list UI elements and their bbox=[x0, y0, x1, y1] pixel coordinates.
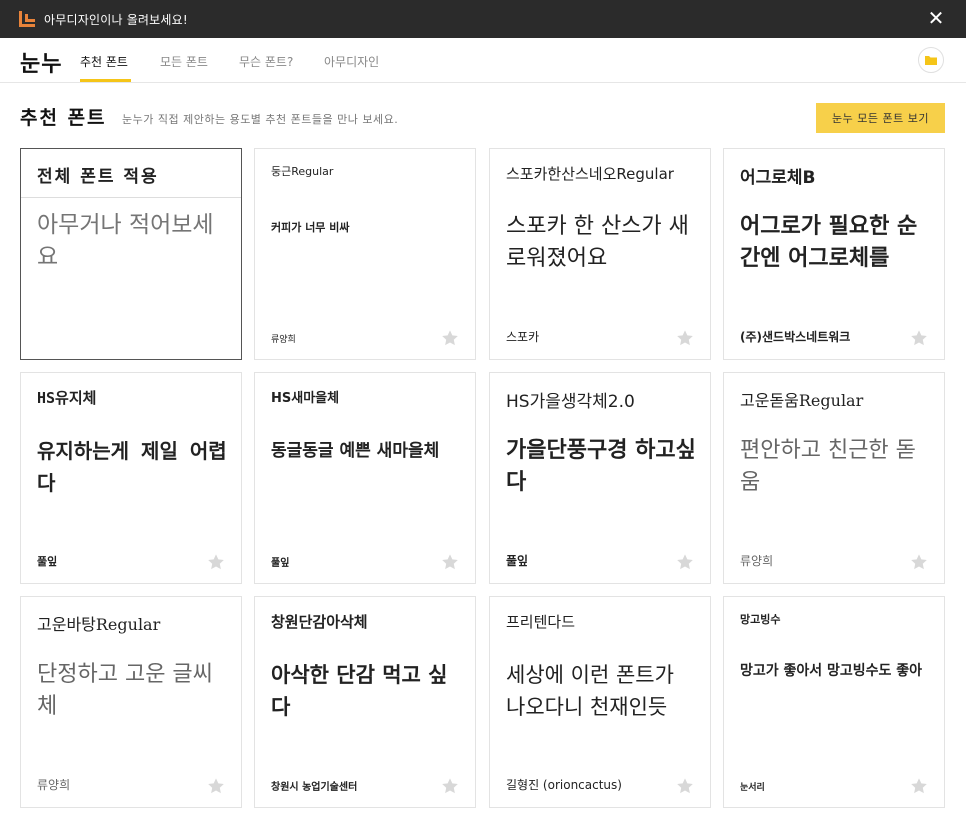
font-sample: 동글동글 예쁜 새마을체 bbox=[271, 441, 440, 461]
font-author: (주)샌드박스네트워크 bbox=[740, 330, 851, 344]
page-title: 추천 폰트 bbox=[20, 107, 107, 129]
star-icon[interactable] bbox=[676, 777, 694, 795]
star-icon[interactable] bbox=[207, 553, 225, 571]
active-tab-indicator bbox=[80, 79, 131, 82]
avatar[interactable] bbox=[918, 47, 944, 73]
font-sample: 세상에 이런 폰트가 나오다니 천재인듯 bbox=[506, 663, 674, 719]
font-author: 스포카 bbox=[506, 330, 540, 344]
main-nav: 눈누 추천 폰트 모든 폰트 무슨 폰트? 아무디자인 bbox=[0, 38, 966, 83]
font-author: 창원시 농업기술센터 bbox=[271, 782, 358, 793]
font-card[interactable]: 어그로체B 어그로가 필요한 순간엔 어그로체를 (주)샌드박스네트워크 bbox=[723, 148, 945, 360]
apply-all-card: 전체 폰트 적용 bbox=[20, 148, 242, 360]
font-sample: 가을단풍구경 하고싶다 bbox=[506, 438, 696, 495]
font-sample: 어그로가 필요한 순간엔 어그로체를 bbox=[740, 214, 918, 271]
font-card[interactable]: 둥근Regular 커피가 너무 비싸 류양희 bbox=[254, 148, 476, 360]
tab-all-fonts[interactable]: 모든 폰트 bbox=[160, 53, 208, 70]
nunu-logo-icon bbox=[19, 11, 35, 27]
star-icon[interactable] bbox=[676, 553, 694, 571]
apply-all-title: 전체 폰트 적용 bbox=[37, 167, 159, 187]
star-icon[interactable] bbox=[910, 777, 928, 795]
font-name: 창원단감아삭체 bbox=[271, 613, 368, 631]
font-sample: 스포카 한 산스가 새로워졌어요 bbox=[506, 214, 689, 271]
star-icon[interactable] bbox=[910, 553, 928, 571]
font-sample: 망고가 좋아서 망고빙수도 좋아 bbox=[740, 663, 923, 679]
font-card[interactable]: 프리텐다드 세상에 이런 폰트가 나오다니 천재인듯 길형진 (orioncac… bbox=[489, 596, 711, 808]
font-sample: 유지하는게 제일 어렵다 bbox=[37, 439, 227, 495]
font-sample: 편안하고 친근한 돋움 bbox=[740, 438, 916, 495]
font-card[interactable]: 고운돋움Regular 편안하고 친근한 돋움 류양희 bbox=[723, 372, 945, 584]
font-name: HS가을생각체2.0 bbox=[506, 392, 635, 412]
divider bbox=[21, 197, 241, 198]
tab-any-design[interactable]: 아무디자인 bbox=[324, 53, 379, 70]
font-author: 류양희 bbox=[271, 335, 296, 345]
font-name: HS유지체 bbox=[37, 389, 97, 407]
font-card[interactable]: HS유지체 유지하는게 제일 어렵다 풀잎 bbox=[20, 372, 242, 584]
tab-recommended[interactable]: 추천 폰트 bbox=[80, 53, 128, 70]
star-icon[interactable] bbox=[676, 329, 694, 347]
font-author: 풀잎 bbox=[506, 554, 529, 568]
font-author: 류양희 bbox=[740, 554, 774, 568]
announcement-bar: 아무디자인이나 올려보세요! ✕ bbox=[0, 0, 966, 38]
star-icon[interactable] bbox=[441, 329, 459, 347]
brand-logo[interactable]: 눈누 bbox=[20, 46, 62, 78]
font-name: 망고빙수 bbox=[740, 613, 781, 626]
tab-what-font[interactable]: 무슨 폰트? bbox=[239, 53, 293, 70]
font-name: 고운돋움Regular bbox=[740, 391, 864, 410]
font-author: 길형진 (orioncactus) bbox=[506, 778, 622, 792]
font-name: 스포카한산스네오Regular bbox=[506, 165, 674, 183]
star-icon[interactable] bbox=[207, 777, 225, 795]
star-icon[interactable] bbox=[910, 329, 928, 347]
font-sample: 아삭한 단감 먹고 싶다 bbox=[271, 663, 448, 719]
font-card[interactable]: 망고빙수 망고가 좋아서 망고빙수도 좋아 눈서리 bbox=[723, 596, 945, 808]
font-author: 풀잎 bbox=[271, 558, 290, 569]
page-description: 눈누가 직접 제안하는 용도별 추천 폰트들을 만나 보세요. bbox=[122, 113, 399, 126]
font-card[interactable]: HS가을생각체2.0 가을단풍구경 하고싶다 풀잎 bbox=[489, 372, 711, 584]
font-name: 어그로체B bbox=[740, 168, 816, 188]
font-author: 류양희 bbox=[37, 778, 71, 792]
font-card[interactable]: HS새마을체 동글동글 예쁜 새마을체 풀잎 bbox=[254, 372, 476, 584]
star-icon[interactable] bbox=[441, 553, 459, 571]
font-card[interactable]: 창원단감아삭체 아삭한 단감 먹고 싶다 창원시 농업기술센터 bbox=[254, 596, 476, 808]
font-sample: 단정하고 고운 글씨체 bbox=[37, 662, 213, 719]
close-icon[interactable]: ✕ bbox=[924, 6, 948, 30]
all-fonts-button[interactable]: 눈누 모든 폰트 보기 bbox=[816, 103, 945, 133]
font-sample: 커피가 너무 비싸 bbox=[271, 221, 350, 234]
font-card[interactable]: 스포카한산스네오Regular 스포카 한 산스가 새로워졌어요 스포카 bbox=[489, 148, 711, 360]
star-icon[interactable] bbox=[441, 777, 459, 795]
announcement-text[interactable]: 아무디자인이나 올려보세요! bbox=[44, 11, 188, 28]
font-author: 눈서리 bbox=[740, 783, 765, 793]
font-name: HS새마을체 bbox=[271, 391, 340, 406]
font-author: 풀잎 bbox=[37, 555, 58, 568]
folder-icon bbox=[925, 56, 937, 65]
font-card[interactable]: 고운바탕Regular 단정하고 고운 글씨체 류양희 bbox=[20, 596, 242, 808]
font-name: 프리텐다드 bbox=[506, 613, 576, 631]
font-name: 고운바탕Regular bbox=[37, 615, 161, 634]
font-name: 둥근Regular bbox=[271, 165, 334, 178]
sample-text-input[interactable] bbox=[37, 209, 227, 349]
